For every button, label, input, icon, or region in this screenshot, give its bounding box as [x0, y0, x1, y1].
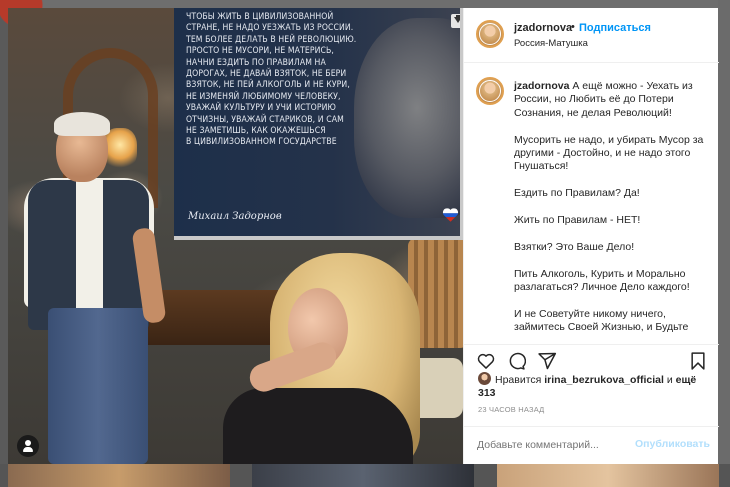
- quote-line: не заметишь, как окажешься: [186, 126, 326, 137]
- backdrop-left: [0, 0, 8, 487]
- caption-paragraph: Мусорить не надо, и убирать Мусор за дру…: [514, 133, 704, 173]
- quote-line: отчизны, уважай стариков, и сам: [186, 114, 344, 125]
- quote-line: стране, не надо уезжать из России.: [186, 23, 354, 34]
- liker-avatar[interactable]: [478, 372, 491, 385]
- post-location[interactable]: Россия-Матушка: [514, 38, 588, 49]
- photo-woman-body: [223, 388, 413, 464]
- quote-line: уважай культуру и учи историю: [186, 103, 336, 114]
- comment-box: Опубликовать: [464, 426, 719, 464]
- quote-line: Тем более делать в ней революцию.: [186, 34, 357, 45]
- separator-dot: •: [571, 21, 575, 33]
- comments-section[interactable]: jzadornova А ещё можно - Уехать из Росси…: [464, 64, 719, 346]
- grid-thumbnail[interactable]: [497, 464, 719, 487]
- caption-paragraph: И не Советуйте никому ничего, займитесь …: [514, 307, 689, 334]
- quote-line: взяток, не пей алкоголь и не кури,: [186, 80, 350, 91]
- caption-avatar[interactable]: [476, 77, 504, 105]
- comment-input[interactable]: [477, 439, 627, 451]
- grid-thumbnail[interactable]: [8, 464, 230, 487]
- quote-line: в цивилизованном государстве: [186, 137, 337, 148]
- quote-card: Чтобы жить в цивилизованной стране, не н…: [174, 8, 463, 240]
- post-photo[interactable]: Чтобы жить в цивилизованной стране, не н…: [8, 8, 463, 464]
- bookmark-icon[interactable]: [688, 351, 708, 371]
- heart-icon[interactable]: [476, 351, 496, 371]
- caption-paragraph: Ездить по Правилам? Да!: [514, 187, 640, 200]
- russia-heart-icon: [442, 208, 459, 222]
- photo-man-jeans: [48, 308, 148, 464]
- quote-line: Просто не мусори, не матерись,: [186, 46, 334, 57]
- caption-paragraph: Жить по Правилам - НЕТ!: [514, 214, 641, 227]
- download-icon[interactable]: [451, 14, 460, 28]
- post-side-panel: jzadornova • Подписаться Россия-Матушка …: [463, 8, 719, 464]
- quote-line: дорогах, не давай взяток, не бери: [186, 69, 347, 80]
- likes-middle: и: [666, 374, 673, 386]
- author-avatar[interactable]: [476, 20, 504, 48]
- caption-username[interactable]: jzadornova: [514, 80, 569, 92]
- liker-username[interactable]: irina_bezrukova_official: [544, 374, 664, 386]
- publish-button[interactable]: Опубликовать: [635, 438, 710, 450]
- backdrop-right: [718, 0, 730, 487]
- author-username[interactable]: jzadornova: [514, 22, 572, 34]
- quote-line: не изменяй любимому человеку,: [186, 91, 341, 102]
- grid-thumbnail[interactable]: [252, 464, 474, 487]
- post-header: jzadornova • Подписаться Россия-Матушка: [464, 8, 719, 63]
- quote-portrait: [354, 18, 460, 218]
- quote-line: Чтобы жить в цивилизованной: [186, 12, 334, 22]
- quote-text: Чтобы жить в цивилизованной стране, не н…: [186, 12, 364, 149]
- comment-icon[interactable]: [506, 351, 526, 371]
- photo-man-hair: [54, 112, 110, 136]
- post-timestamp[interactable]: 23 ЧАСОВ НАЗАД: [478, 405, 544, 414]
- post-caption: jzadornova А ещё можно - Уехать из Росси…: [514, 80, 710, 346]
- user-tag-icon[interactable]: [17, 435, 39, 457]
- photo-lamp: [103, 128, 137, 170]
- likes-prefix: Нравится: [495, 374, 542, 386]
- caption-paragraph: Взятки? Это Ваше Дело!: [514, 240, 635, 253]
- likes-summary: Нравится irina_bezrukova_official и ещё …: [478, 372, 713, 400]
- share-icon[interactable]: [537, 351, 557, 371]
- caption-first-paragraph: jzadornova А ещё можно - Уехать из Росси…: [514, 80, 710, 120]
- caption-paragraph: Пить Алкоголь, Курить и Морально разлага…: [514, 267, 690, 294]
- follow-button[interactable]: Подписаться: [579, 22, 651, 34]
- quote-line: начни ездить по правилам на: [186, 57, 326, 68]
- quote-signature: Михаил Задорнов: [188, 211, 282, 222]
